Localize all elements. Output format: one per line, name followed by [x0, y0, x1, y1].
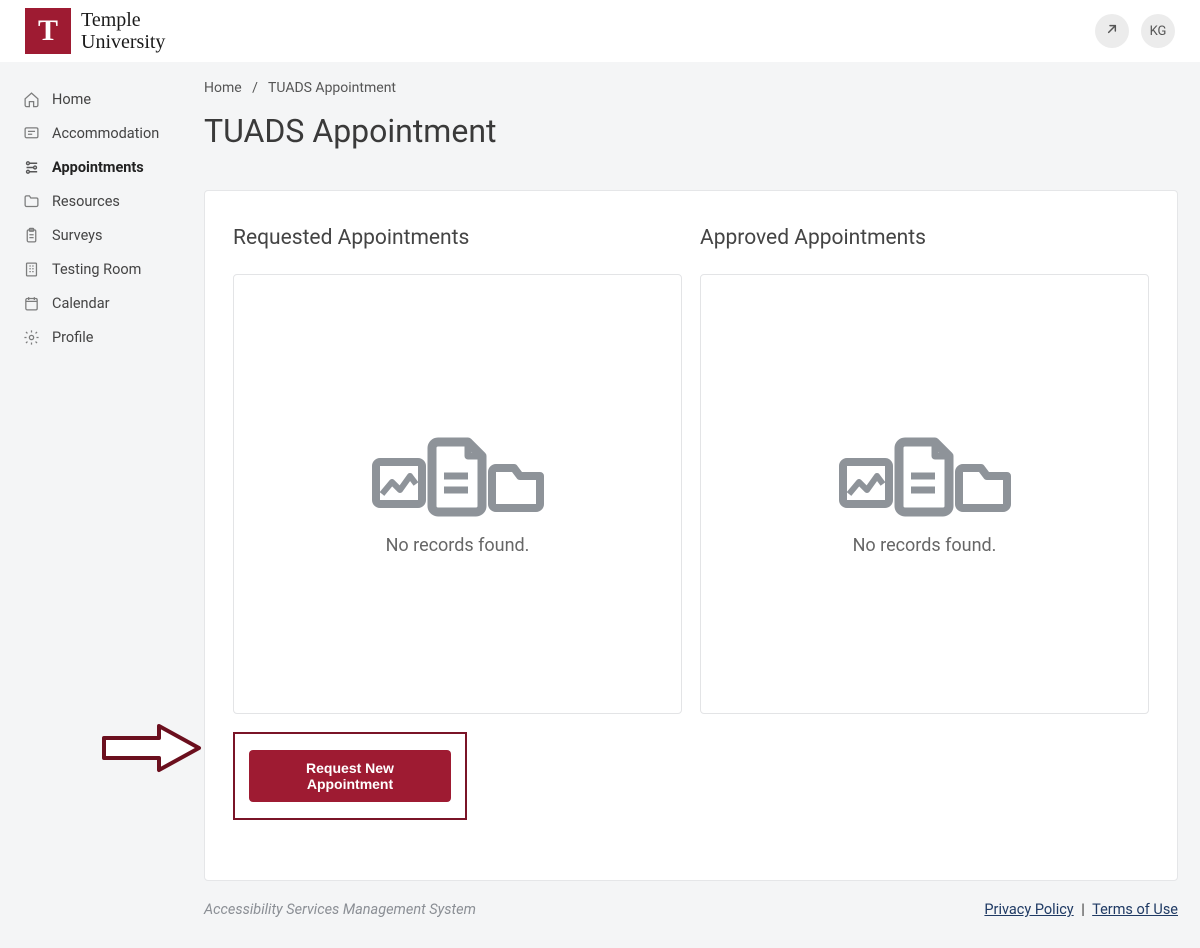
- sidebar-item-label: Appointments: [52, 159, 144, 176]
- sidebar-item-surveys[interactable]: Surveys: [22, 218, 190, 252]
- expand-button[interactable]: [1095, 14, 1129, 48]
- requested-empty-text: No records found.: [386, 535, 530, 556]
- gear-icon: [22, 328, 40, 346]
- folder-icon: [22, 192, 40, 210]
- privacy-link[interactable]: Privacy Policy: [984, 901, 1073, 918]
- brand-line2: University: [81, 31, 165, 53]
- footer-sep: |: [1081, 901, 1085, 918]
- expand-icon: [1104, 21, 1120, 41]
- page-title: TUADS Appointment: [204, 112, 1178, 150]
- sidebar-item-resources[interactable]: Resources: [22, 184, 190, 218]
- calendar-icon: [22, 294, 40, 312]
- sidebar-item-appointments[interactable]: Appointments: [22, 150, 190, 184]
- page-body: Home Accommodation Appointments Resource…: [0, 62, 1200, 948]
- footer-system: Accessibility Services Management System: [204, 901, 476, 918]
- appointments-columns: Requested Appointments: [233, 226, 1149, 820]
- terms-link[interactable]: Terms of Use: [1092, 901, 1178, 918]
- requested-title: Requested Appointments: [233, 226, 682, 250]
- requested-records-box: No records found.: [233, 274, 682, 714]
- sidebar-item-accommodation[interactable]: Accommodation: [22, 116, 190, 150]
- sidebar-item-label: Home: [52, 91, 91, 108]
- sidebar-item-testing-room[interactable]: Testing Room: [22, 252, 190, 286]
- appointments-icon: [22, 158, 40, 176]
- appointments-panel: Requested Appointments: [204, 190, 1178, 881]
- sidebar-item-label: Surveys: [52, 227, 103, 244]
- breadcrumb-sep: /: [245, 80, 265, 96]
- logo-text: Temple University: [81, 9, 165, 53]
- breadcrumb-home[interactable]: Home: [204, 80, 242, 96]
- sidebar-item-profile[interactable]: Profile: [22, 320, 190, 354]
- request-button-highlight: Request New Appointment: [233, 732, 467, 820]
- empty-illustration: [835, 432, 1015, 517]
- approved-empty-text: No records found.: [853, 535, 997, 556]
- sidebar: Home Accommodation Appointments Resource…: [0, 62, 190, 948]
- annotation-arrow-icon: [99, 718, 209, 782]
- user-avatar[interactable]: KG: [1141, 14, 1175, 48]
- logo-mark: T: [25, 8, 71, 54]
- approved-column: Approved Appointments: [700, 226, 1149, 820]
- footer-links: Privacy Policy | Terms of Use: [984, 901, 1178, 918]
- brand-line1: Temple: [81, 9, 165, 31]
- breadcrumb: Home / TUADS Appointment: [204, 80, 1178, 96]
- sidebar-item-label: Accommodation: [52, 125, 159, 142]
- approved-title: Approved Appointments: [700, 226, 1149, 250]
- request-new-appointment-button[interactable]: Request New Appointment: [249, 750, 451, 802]
- sidebar-item-label: Resources: [52, 193, 120, 210]
- clipboard-icon: [22, 226, 40, 244]
- requested-column: Requested Appointments: [233, 226, 682, 820]
- footer: Accessibility Services Management System…: [204, 901, 1178, 918]
- user-initials: KG: [1150, 24, 1167, 39]
- sidebar-item-label: Testing Room: [52, 261, 141, 278]
- sidebar-item-calendar[interactable]: Calendar: [22, 286, 190, 320]
- empty-illustration: [368, 432, 548, 517]
- chat-icon: [22, 124, 40, 142]
- page-root: T Temple University KG Home: [0, 0, 1200, 948]
- approved-records-box: No records found.: [700, 274, 1149, 714]
- header: T Temple University KG: [0, 0, 1200, 62]
- main-content: Home / TUADS Appointment TUADS Appointme…: [190, 62, 1200, 948]
- sidebar-item-label: Calendar: [52, 295, 110, 312]
- header-right: KG: [1095, 14, 1175, 48]
- brand-logo[interactable]: T Temple University: [25, 8, 165, 54]
- home-icon: [22, 90, 40, 108]
- sidebar-item-label: Profile: [52, 329, 93, 346]
- building-icon: [22, 260, 40, 278]
- sidebar-item-home[interactable]: Home: [22, 82, 190, 116]
- breadcrumb-current: TUADS Appointment: [268, 80, 396, 96]
